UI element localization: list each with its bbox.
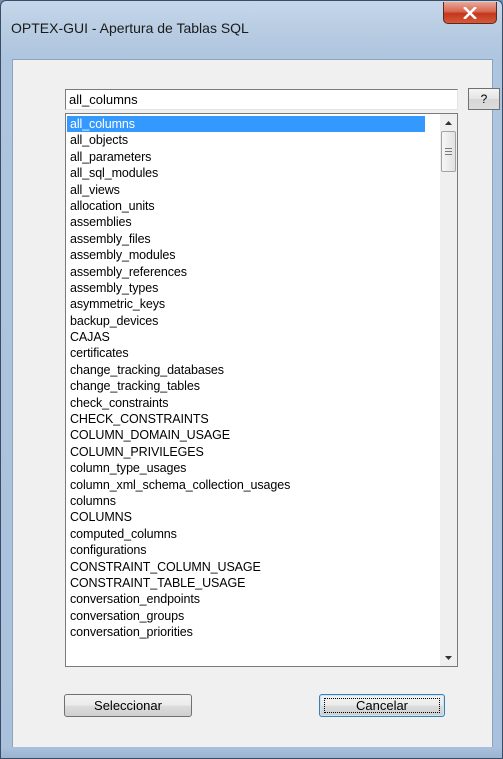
list-item[interactable]: change_tracking_databases xyxy=(67,362,425,378)
list-item[interactable]: CHECK_CONSTRAINTS xyxy=(67,411,425,427)
vertical-scrollbar[interactable] xyxy=(440,114,457,666)
list-item[interactable]: conversation_groups xyxy=(67,608,425,624)
dialog-window: OPTEX-GUI - Apertura de Tablas SQL ? all… xyxy=(0,0,503,759)
list-item[interactable]: conversation_priorities xyxy=(67,624,425,640)
list-item[interactable]: allocation_units xyxy=(67,198,425,214)
list-item[interactable]: assembly_modules xyxy=(67,247,425,263)
help-button[interactable]: ? xyxy=(468,88,500,110)
list-item[interactable]: COLUMN_PRIVILEGES xyxy=(67,444,425,460)
close-button[interactable] xyxy=(443,2,497,24)
table-list: all_columns all_objects all_parameters all_… xyxy=(67,116,425,641)
scroll-thumb[interactable] xyxy=(441,131,456,172)
list-item[interactable]: all_parameters xyxy=(67,149,425,165)
dialog-body: ? all_columnsall_objectsall_parametersal… xyxy=(12,59,500,749)
list-item[interactable]: change_tracking_tables xyxy=(67,378,425,394)
list-item[interactable]: assemblies xyxy=(67,214,425,230)
list-item[interactable]: column_xml_schema_collection_usages xyxy=(67,477,425,493)
table-search-input[interactable] xyxy=(65,89,458,110)
arrow-up-icon xyxy=(445,120,452,125)
list-item[interactable]: all_objects xyxy=(67,132,425,148)
window-bottom-border xyxy=(1,747,502,758)
list-item[interactable]: backup_devices xyxy=(67,313,425,329)
close-icon xyxy=(463,6,477,19)
list-item[interactable]: check_constraints xyxy=(67,395,425,411)
list-item[interactable]: COLUMN_DOMAIN_USAGE xyxy=(67,427,425,443)
list-item[interactable]: columns xyxy=(67,493,425,509)
list-item[interactable]: CAJAS xyxy=(67,329,425,345)
grip-icon xyxy=(445,148,452,155)
list-item[interactable]: conversation_endpoints xyxy=(67,591,425,607)
list-item[interactable]: computed_columns xyxy=(67,526,425,542)
table-listbox[interactable]: all_columns all_objects all_parameters all_… xyxy=(65,113,458,667)
list-item[interactable]: column_type_usages xyxy=(67,460,425,476)
cancel-button-label: Cancelar xyxy=(355,698,409,713)
list-item[interactable]: CONSTRAINT_TABLE_USAGE xyxy=(67,575,425,591)
list-item[interactable]: assembly_types xyxy=(67,280,425,296)
select-button[interactable]: Seleccionar xyxy=(64,694,192,717)
window-title: OPTEX-GUI - Apertura de Tablas SQL xyxy=(11,20,249,36)
list-item[interactable]: all_columns xyxy=(67,116,425,133)
scroll-up-button[interactable] xyxy=(440,114,457,131)
list-item[interactable]: certificates xyxy=(67,345,425,361)
list-item[interactable]: asymmetric_keys xyxy=(67,296,425,312)
list-item[interactable]: configurations xyxy=(67,542,425,558)
arrow-down-icon xyxy=(445,655,452,660)
cancel-button[interactable]: Cancelar xyxy=(319,694,445,717)
scroll-down-button[interactable] xyxy=(440,649,457,666)
title-bar[interactable]: OPTEX-GUI - Apertura de Tablas SQL xyxy=(1,1,502,59)
list-item[interactable]: COLUMNS xyxy=(67,509,425,525)
list-item[interactable]: CONSTRAINT_COLUMN_USAGE xyxy=(67,559,425,575)
list-item[interactable]: all_sql_modules xyxy=(67,165,425,181)
list-item[interactable]: all_views xyxy=(67,182,425,198)
list-item[interactable]: assembly_files xyxy=(67,231,425,247)
list-item[interactable]: assembly_references xyxy=(67,264,425,280)
